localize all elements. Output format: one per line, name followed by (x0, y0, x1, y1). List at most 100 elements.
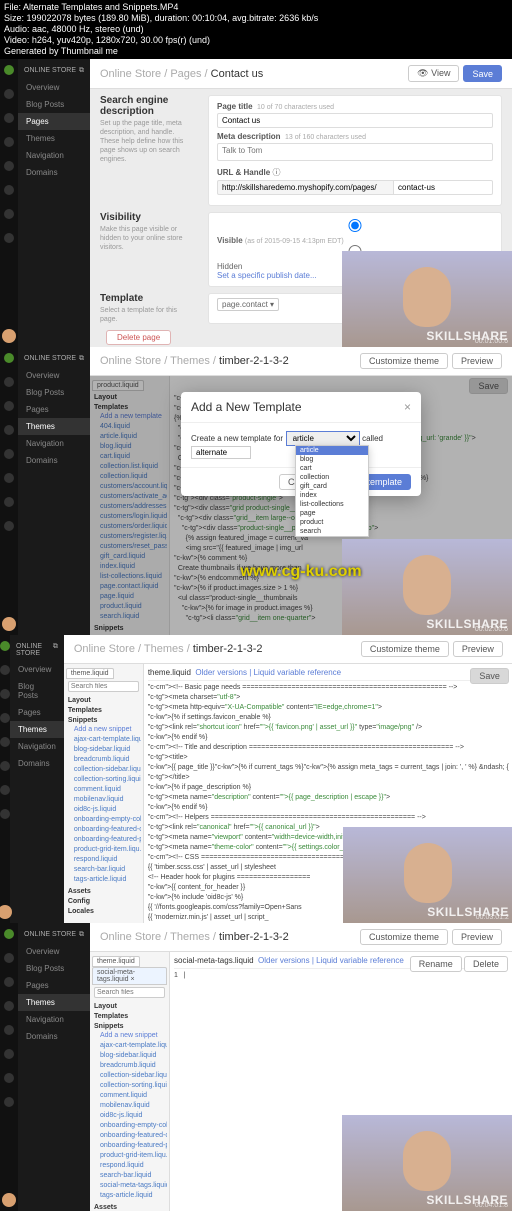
file-item[interactable]: oid8c-js.liquid (66, 805, 141, 815)
nav-icon[interactable] (0, 809, 10, 819)
popout-icon[interactable]: ⧉ (79, 355, 84, 363)
sidebar-item-navigation[interactable]: Navigation (10, 738, 64, 755)
file-item[interactable]: search-bar.liquid (92, 1171, 167, 1181)
file-item[interactable]: social-meta-tags.liquid (92, 1181, 167, 1191)
file-search-input[interactable] (68, 681, 139, 692)
file-item[interactable]: comment.liquid (92, 1091, 167, 1101)
rename-button[interactable]: Rename (410, 956, 462, 972)
file-item[interactable]: onboarding-featured-p... (92, 1141, 167, 1151)
liquid-ref-link[interactable]: Liquid variable reference (254, 668, 342, 677)
nav-icon[interactable] (4, 1049, 14, 1059)
sidebar-item-pages[interactable]: Pages (10, 704, 64, 721)
customize-theme-button[interactable]: Customize theme (361, 641, 449, 657)
visible-radio[interactable] (217, 219, 493, 232)
dropdown-option[interactable]: blog (296, 455, 368, 464)
nav-icon[interactable] (4, 497, 14, 507)
group-snippets[interactable]: Snippets (94, 1023, 167, 1030)
template-select[interactable]: page.contact ▾ (217, 298, 279, 311)
sidebar-item-themes[interactable]: Themes (10, 721, 64, 738)
nav-icon[interactable] (4, 425, 14, 435)
sidebar-item-pages[interactable]: Pages (18, 113, 90, 130)
file-item[interactable]: comment.liquid (66, 785, 141, 795)
add-snippet-link[interactable]: Add a new snippet (92, 1031, 167, 1041)
dropdown-option[interactable]: page (296, 509, 368, 518)
save-button[interactable]: Save (463, 65, 502, 82)
sidebar-item-blog-posts[interactable]: Blog Posts (18, 96, 90, 113)
customize-theme-button[interactable]: Customize theme (360, 353, 448, 369)
file-item[interactable]: product-grid-item.liqu... (92, 1151, 167, 1161)
delete-page-button[interactable]: Delete page (106, 330, 171, 345)
sidebar-item-domains[interactable]: Domains (18, 452, 90, 469)
file-item[interactable]: mobilenav.liquid (66, 795, 141, 805)
group-templates[interactable]: Templates (68, 707, 141, 714)
group-layout[interactable]: Layout (94, 1003, 167, 1010)
file-item[interactable]: breadcrumb.liquid (66, 755, 141, 765)
nav-icon[interactable] (4, 521, 14, 531)
delete-button[interactable]: Delete (464, 956, 508, 972)
sidebar-item-pages[interactable]: Pages (18, 977, 90, 994)
editor-tab[interactable]: theme.liquid (66, 668, 114, 679)
group-templates[interactable]: Templates (94, 1013, 167, 1020)
close-icon[interactable]: × (130, 976, 134, 983)
sidebar-item-blog-posts[interactable]: Blog Posts (18, 384, 90, 401)
nav-icon[interactable] (4, 137, 14, 147)
sidebar-item-overview[interactable]: Overview (18, 79, 90, 96)
nav-icon[interactable] (4, 185, 14, 195)
file-item[interactable]: respond.liquid (66, 855, 141, 865)
sidebar-item-themes[interactable]: Themes (18, 994, 90, 1011)
nav-icon[interactable] (4, 377, 14, 387)
sidebar-item-overview[interactable]: Overview (18, 367, 90, 384)
sidebar-item-pages[interactable]: Pages (18, 401, 90, 418)
nav-icon[interactable] (4, 1001, 14, 1011)
file-item[interactable]: tags-article.liquid (92, 1191, 167, 1201)
group-snippets[interactable]: Snippets (68, 717, 141, 724)
group-config[interactable]: Config (68, 898, 141, 905)
nav-icon[interactable] (4, 209, 14, 219)
file-item[interactable]: ajax-cart-template.liquid (92, 1041, 167, 1051)
nav-icon[interactable] (4, 113, 14, 123)
nav-icon[interactable] (4, 473, 14, 483)
meta-description-input[interactable] (217, 143, 493, 161)
nav-icon[interactable] (0, 689, 10, 699)
preview-button[interactable]: Preview (453, 641, 503, 657)
nav-icon[interactable] (0, 761, 10, 771)
file-item[interactable]: tags-article.liquid (66, 875, 141, 885)
dropdown-option[interactable]: list-collections (296, 500, 368, 509)
file-search-input[interactable] (94, 987, 165, 998)
file-item[interactable]: product-grid-item.liqu... (66, 845, 141, 855)
sidebar-item-overview[interactable]: Overview (18, 943, 90, 960)
avatar[interactable] (2, 617, 16, 631)
template-type-select[interactable]: article (286, 431, 360, 446)
popout-icon[interactable]: ⧉ (79, 67, 84, 75)
file-item[interactable]: onboarding-featured-p... (66, 835, 141, 845)
sidebar-item-navigation[interactable]: Navigation (18, 435, 90, 452)
preview-button[interactable]: Preview (452, 353, 502, 369)
file-item[interactable]: search-bar.liquid (66, 865, 141, 875)
file-item[interactable]: onboarding-empty-coll... (92, 1121, 167, 1131)
file-item[interactable]: onboarding-featured-c... (66, 825, 141, 835)
sidebar-item-domains[interactable]: Domains (10, 755, 64, 772)
nav-icon[interactable] (4, 1097, 14, 1107)
nav-icon[interactable] (4, 953, 14, 963)
file-item[interactable]: breadcrumb.liquid (92, 1061, 167, 1071)
dropdown-option[interactable]: search (296, 527, 368, 536)
sidebar-item-blog-posts[interactable]: Blog Posts (10, 678, 64, 704)
file-item[interactable]: mobilenav.liquid (92, 1101, 167, 1111)
nav-icon[interactable] (0, 737, 10, 747)
url-handle-input[interactable] (394, 180, 493, 195)
sidebar-item-domains[interactable]: Domains (18, 164, 90, 181)
file-item[interactable]: collection-sidebar.liquid (66, 765, 141, 775)
popout-icon[interactable]: ⧉ (53, 643, 58, 657)
file-item[interactable]: oid8c-js.liquid (92, 1111, 167, 1121)
nav-icon[interactable] (4, 1073, 14, 1083)
home-icon[interactable] (4, 65, 14, 75)
file-item[interactable]: respond.liquid (92, 1161, 167, 1171)
sidebar-item-navigation[interactable]: Navigation (18, 1011, 90, 1028)
file-item[interactable]: ajax-cart-template.liquid (66, 735, 141, 745)
dropdown-option[interactable]: product (296, 518, 368, 527)
dropdown-option[interactable]: index (296, 491, 368, 500)
file-item[interactable]: collection-sorting.liquid (66, 775, 141, 785)
close-icon[interactable]: × (404, 400, 411, 414)
older-versions-link[interactable]: Older versions (195, 668, 247, 677)
sidebar-item-overview[interactable]: Overview (10, 661, 64, 678)
